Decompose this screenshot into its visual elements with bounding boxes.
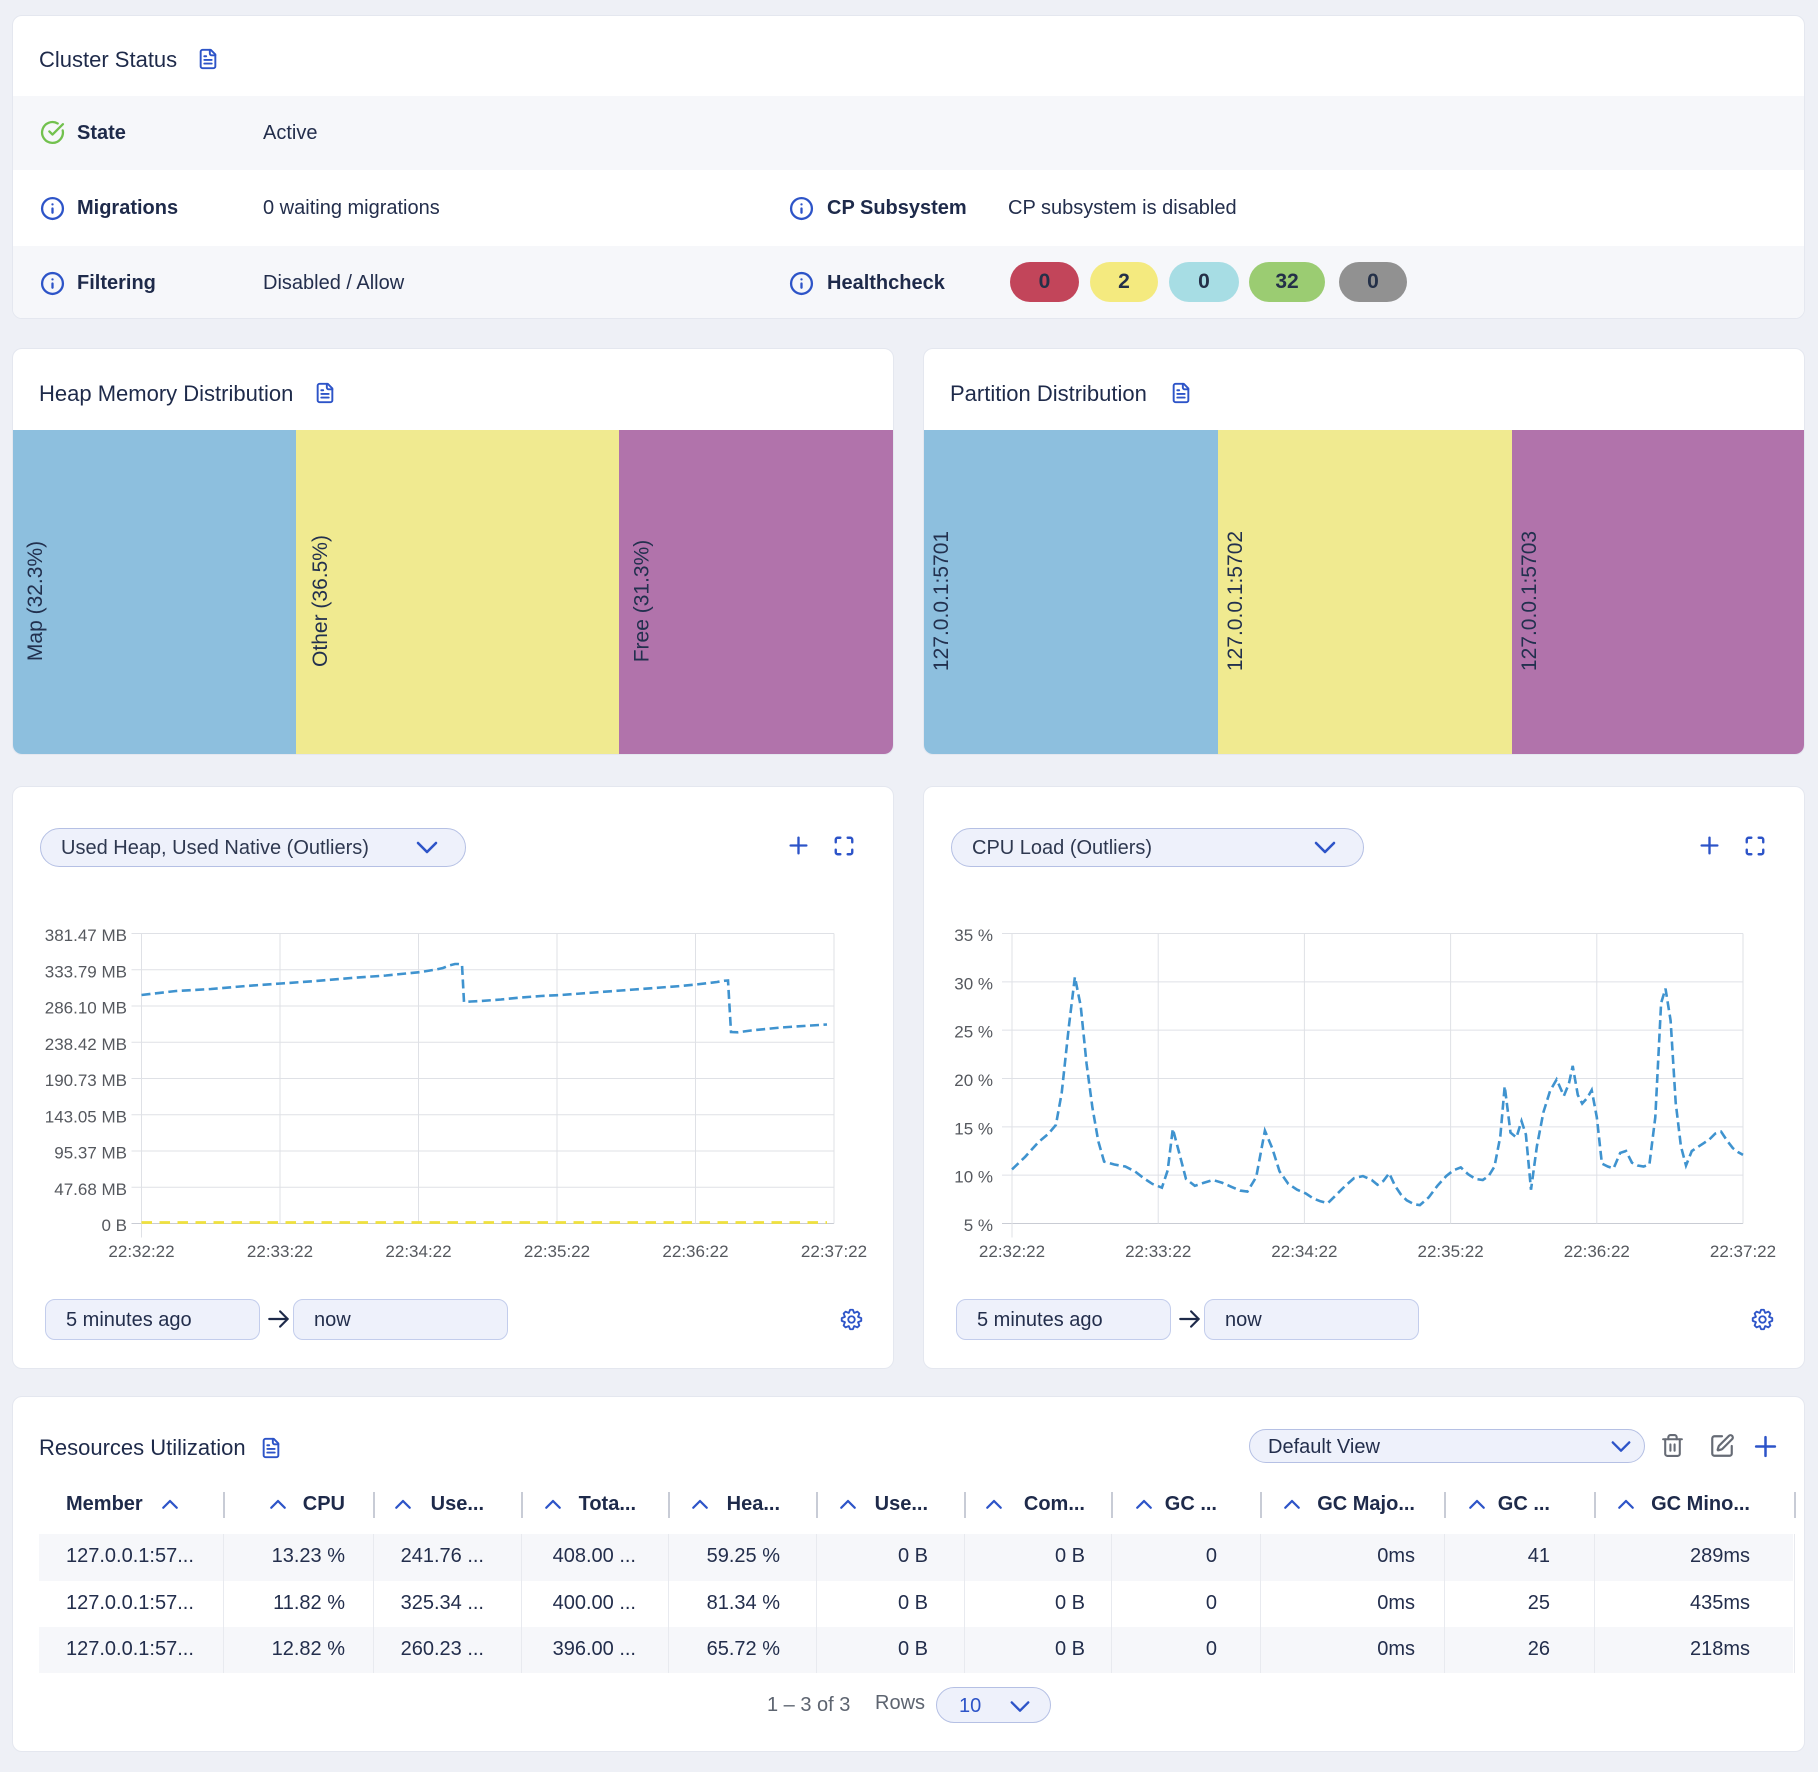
svg-text:15 %: 15 % (954, 1119, 993, 1138)
svg-text:10 %: 10 % (954, 1168, 993, 1187)
svg-text:22:37:22: 22:37:22 (1710, 1242, 1776, 1261)
svg-text:22:37:22: 22:37:22 (801, 1242, 867, 1261)
svg-text:5 %: 5 % (964, 1216, 993, 1235)
svg-text:95.37 MB: 95.37 MB (54, 1144, 127, 1163)
svg-text:143.05 MB: 143.05 MB (45, 1107, 127, 1126)
svg-text:22:32:22: 22:32:22 (108, 1242, 174, 1261)
svg-text:20 %: 20 % (954, 1071, 993, 1090)
svg-text:35 %: 35 % (954, 926, 993, 945)
svg-text:22:36:22: 22:36:22 (1564, 1242, 1630, 1261)
svg-text:381.47 MB: 381.47 MB (45, 926, 127, 945)
svg-text:22:36:22: 22:36:22 (662, 1242, 728, 1261)
svg-text:30 %: 30 % (954, 974, 993, 993)
svg-text:22:33:22: 22:33:22 (1125, 1242, 1191, 1261)
svg-text:333.79 MB: 333.79 MB (45, 962, 127, 981)
svg-text:22:35:22: 22:35:22 (524, 1242, 590, 1261)
svg-text:47.68 MB: 47.68 MB (54, 1180, 127, 1199)
svg-text:25 %: 25 % (954, 1023, 993, 1042)
svg-text:238.42 MB: 238.42 MB (45, 1035, 127, 1054)
svg-text:286.10 MB: 286.10 MB (45, 999, 127, 1018)
svg-text:22:34:22: 22:34:22 (1271, 1242, 1337, 1261)
svg-text:22:35:22: 22:35:22 (1418, 1242, 1484, 1261)
svg-text:22:34:22: 22:34:22 (385, 1242, 451, 1261)
svg-text:0 B: 0 B (101, 1216, 127, 1235)
svg-text:22:33:22: 22:33:22 (247, 1242, 313, 1261)
svg-text:22:32:22: 22:32:22 (979, 1242, 1045, 1261)
svg-text:190.73 MB: 190.73 MB (45, 1071, 127, 1090)
